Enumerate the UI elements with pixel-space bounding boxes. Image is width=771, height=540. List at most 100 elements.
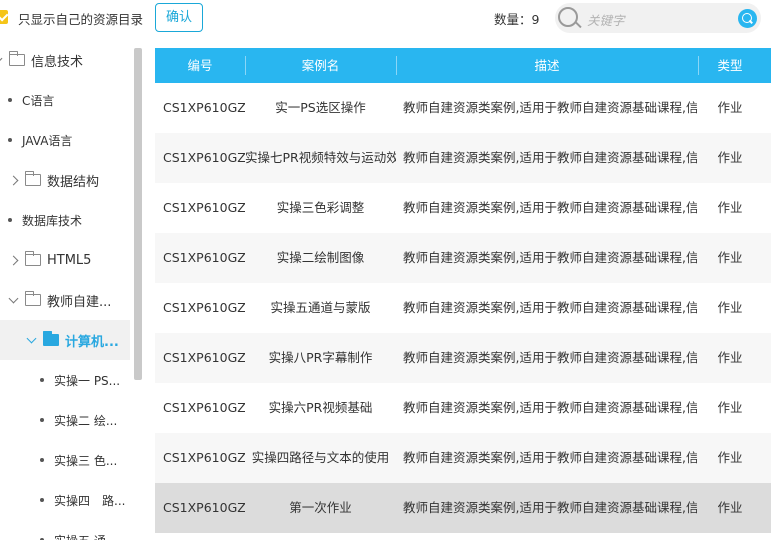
- tree-scrollbar[interactable]: [134, 48, 142, 380]
- tree-item[interactable]: HTML5: [8, 240, 92, 280]
- tree-item-label: 计算机...: [65, 334, 119, 350]
- cell-id: CS1XP610GZU: [163, 200, 245, 215]
- chevron-right-icon[interactable]: [8, 255, 19, 265]
- tree-item-label: 实操四 路...: [54, 493, 126, 508]
- cell-type: 作业: [717, 350, 743, 365]
- bullet-icon: [40, 458, 44, 462]
- tree-item[interactable]: C语言: [8, 80, 54, 120]
- tree-item[interactable]: 实操五 通...: [40, 520, 117, 540]
- tree-item-label: HTML5: [47, 252, 92, 268]
- tree-item[interactable]: 实操三 色...: [40, 440, 117, 480]
- cell-id: CS1XP610GZU: [163, 300, 245, 315]
- cell-case-name: 实操八PR字幕制作: [268, 350, 373, 365]
- column-header-desc[interactable]: 描述: [396, 48, 698, 83]
- cell-description: 教师自建资源类案例,适用于教师自建资源基础课程,信息: [403, 500, 697, 515]
- tree-item-label: 数据库技术: [22, 213, 83, 228]
- cell-type: 作业: [717, 200, 743, 215]
- bullet-icon: [40, 498, 44, 502]
- chevron-down-icon[interactable]: [8, 293, 19, 303]
- toolbar: 只显示自己的资源目录 确认 数量：9 关键字: [0, 0, 771, 36]
- column-header-id[interactable]: 编号: [155, 48, 245, 83]
- tree-item-active[interactable]: 计算机...: [0, 320, 130, 360]
- folder-icon: [24, 171, 41, 186]
- folder-icon: [42, 331, 59, 346]
- table-header: 编号 案例名 描述 类型: [155, 48, 771, 83]
- bullet-icon: [40, 418, 44, 422]
- tree-item-label: C语言: [22, 93, 55, 108]
- cell-case-name: 第一次作业: [289, 500, 352, 515]
- table-row[interactable]: CS1XP610GZU 实操六PR视频基础 教师自建资源类案例,适用于教师自建资源基…: [155, 383, 771, 433]
- cell-type: 作业: [717, 400, 743, 415]
- cell-case-name: 实操二绘制图像: [276, 250, 365, 265]
- table-row[interactable]: CS1XP610GZU 实操五通道与蒙版 教师自建资源类案例,适用于教师自建资源基础…: [155, 283, 771, 333]
- tree-item-label: 数据结构: [47, 174, 100, 190]
- search-input[interactable]: 关键字: [587, 10, 625, 29]
- cell-case-name: 实操五通道与蒙版: [270, 300, 371, 315]
- folder-icon: [8, 51, 25, 66]
- only-mine-label[interactable]: 只显示自己的资源目录: [18, 9, 143, 28]
- tree-item[interactable]: 实操一 PS...: [40, 360, 120, 400]
- search-box[interactable]: 关键字: [555, 3, 761, 33]
- tree-item[interactable]: 数据结构: [8, 160, 100, 200]
- category-tree: 信息技术 C语言 JAVA语言 数据结构 数据库技术 HTML5 教师自建...…: [0, 40, 145, 540]
- tree-item-label: 实操二 绘...: [54, 413, 118, 428]
- table-row[interactable]: CS1XP610GZU 实操二绘制图像 教师自建资源类案例,适用于教师自建资源基础课…: [155, 233, 771, 283]
- tree-item[interactable]: JAVA语言: [8, 120, 72, 160]
- cell-type: 作业: [717, 100, 743, 115]
- cell-description: 教师自建资源类案例,适用于教师自建资源基础课程,信息: [403, 100, 697, 115]
- cell-id: CS1XP610GZU: [163, 250, 245, 265]
- bullet-icon: [8, 138, 12, 142]
- tree-item-label: 教师自建...: [47, 294, 112, 310]
- cell-id: CS1XP610GZU: [163, 500, 245, 515]
- tree-item-label: 实操五 通...: [54, 532, 117, 540]
- cell-case-name: 实操四路径与文本的使用: [251, 450, 390, 465]
- cell-description: 教师自建资源类案例,适用于教师自建资源基础课程,信息: [403, 400, 697, 415]
- folder-icon: [24, 251, 41, 266]
- bullet-icon: [40, 378, 44, 382]
- table-row[interactable]: CS1XP610GZU 实操八PR字幕制作 教师自建资源类案例,适用于教师自建资源基…: [155, 333, 771, 383]
- bullet-icon: [8, 98, 12, 102]
- tree-item[interactable]: 实操四 路...: [40, 480, 125, 520]
- tree-item-label: JAVA语言: [22, 133, 73, 148]
- chevron-down-icon[interactable]: [26, 333, 37, 343]
- tree-item-label: 实操三 色...: [54, 453, 118, 468]
- tree-item[interactable]: 信息技术: [0, 40, 130, 80]
- table-row[interactable]: CS1XP610GZU 第一次作业 教师自建资源类案例,适用于教师自建资源基础课程,…: [155, 483, 771, 533]
- tree-item[interactable]: 教师自建...: [8, 280, 112, 320]
- cell-type: 作业: [717, 300, 743, 315]
- cell-case-name: 实一PS选区操作: [275, 100, 366, 115]
- cell-id: CS1XP610GZU: [163, 150, 245, 165]
- table-row[interactable]: CS1XP610GZU 实操三色彩调整 教师自建资源类案例,适用于教师自建资源基础课…: [155, 183, 771, 233]
- cell-case-name: 实操七PR视频特效与运动效: [245, 150, 396, 165]
- search-icon: [558, 7, 578, 27]
- table-row[interactable]: CS1XP610GZU 实操四路径与文本的使用教师自建资源类案例,适用于教师自建资…: [155, 433, 771, 483]
- cell-type: 作业: [717, 450, 743, 465]
- tree-item-label: 实操一 PS...: [54, 373, 121, 388]
- count-label: 数量：9: [494, 12, 540, 27]
- column-header-name[interactable]: 案例名: [245, 48, 396, 83]
- cell-type: 作业: [717, 500, 743, 515]
- chevron-down-icon[interactable]: [0, 53, 3, 63]
- column-header-type[interactable]: 类型: [698, 48, 762, 83]
- cell-id: CS1XP610GZU: [163, 100, 245, 115]
- tree-item[interactable]: 数据库技术: [8, 200, 82, 240]
- cell-description: 教师自建资源类案例,适用于教师自建资源基础课程,信息: [403, 350, 697, 365]
- table-row[interactable]: CS1XP610GZU 实一PS选区操作 教师自建资源类案例,适用于教师自建资源基础…: [155, 83, 771, 133]
- chevron-right-icon[interactable]: [8, 175, 19, 185]
- cell-description: 教师自建资源类案例,适用于教师自建资源基础课程,信息: [403, 150, 697, 165]
- folder-icon: [24, 291, 41, 306]
- resource-table: 编号 案例名 描述 类型 CS1XP610GZU实一PS选区操作教师自建资源类案…: [155, 48, 771, 540]
- table-row[interactable]: CS1XP610GZU实操七PR视频特效与运动效教师自建资源类案例,适用于教师自…: [155, 133, 771, 183]
- bullet-icon: [8, 218, 12, 222]
- cell-type: 作业: [717, 150, 743, 165]
- cell-id: CS1XP610GZU: [163, 350, 245, 365]
- tree-item[interactable]: 实操二 绘...: [40, 400, 117, 440]
- cell-description: 教师自建资源类案例,适用于教师自建资源基础课程,信息: [403, 250, 697, 265]
- cell-id: CS1XP610GZU: [163, 450, 245, 465]
- cell-case-name: 实操六PR视频基础: [268, 400, 373, 415]
- search-submit-icon[interactable]: [738, 9, 757, 28]
- only-mine-checkbox[interactable]: [0, 10, 8, 24]
- confirm-button[interactable]: 确认: [155, 3, 203, 32]
- tree-item-label: 信息技术: [31, 54, 84, 70]
- cell-type: 作业: [717, 250, 743, 265]
